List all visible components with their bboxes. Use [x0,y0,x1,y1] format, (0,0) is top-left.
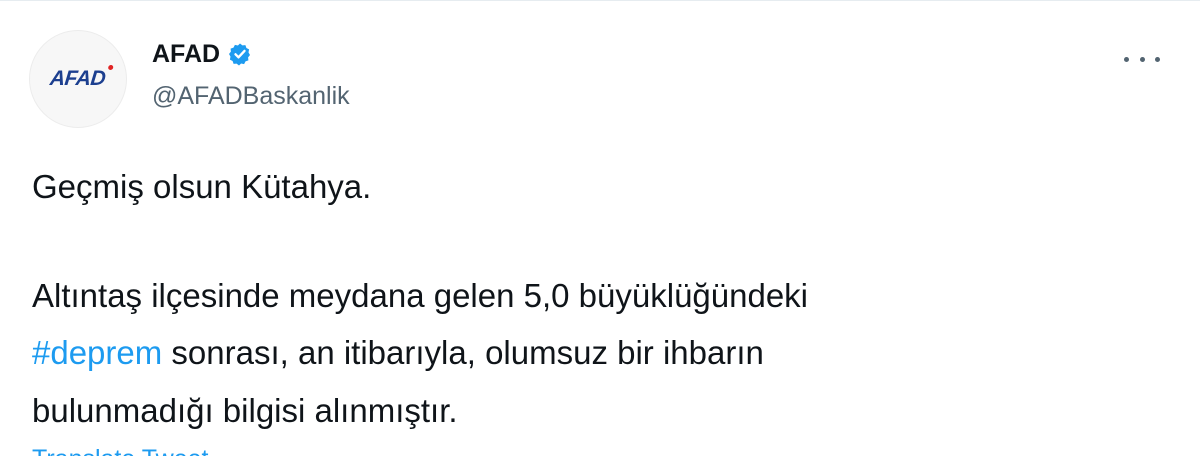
author-handle[interactable]: @AFADBaskanlik [152,82,350,111]
tweet-text-line-1: Geçmiş olsun Kütahya. [32,168,372,205]
author-name-row: AFAD [152,37,252,71]
display-name[interactable]: AFAD [152,40,220,69]
afad-logo: AFAD [49,65,115,91]
tweet-card: AFAD AFAD @AFADBaskanlik Geçmiş olsun Kü… [0,0,1200,456]
avatar[interactable]: AFAD [29,30,127,128]
more-options-icon[interactable] [1124,53,1160,65]
afad-logo-text: AFAD [49,67,107,90]
tweet-text-line-4: bulunmadığı bilgisi alınmıştır. [32,392,458,429]
dot [1155,56,1160,62]
translate-tweet-link[interactable]: Translate Tweet [32,444,208,456]
dot [1124,56,1129,62]
hashtag-link[interactable]: #deprem [32,334,162,371]
verified-badge-icon [228,42,252,66]
dot [1139,56,1145,62]
logo-dot [108,65,115,70]
tweet-text-line-3: #deprem sonrası, an itibarıyla, olumsuz … [32,329,1172,377]
tweet-text-line-2: Altıntaş ilçesinde meydana gelen 5,0 büy… [32,277,809,314]
tweet-text-line-3-rest: sonrası, an itibarıyla, olumsuz bir ihba… [162,334,764,371]
